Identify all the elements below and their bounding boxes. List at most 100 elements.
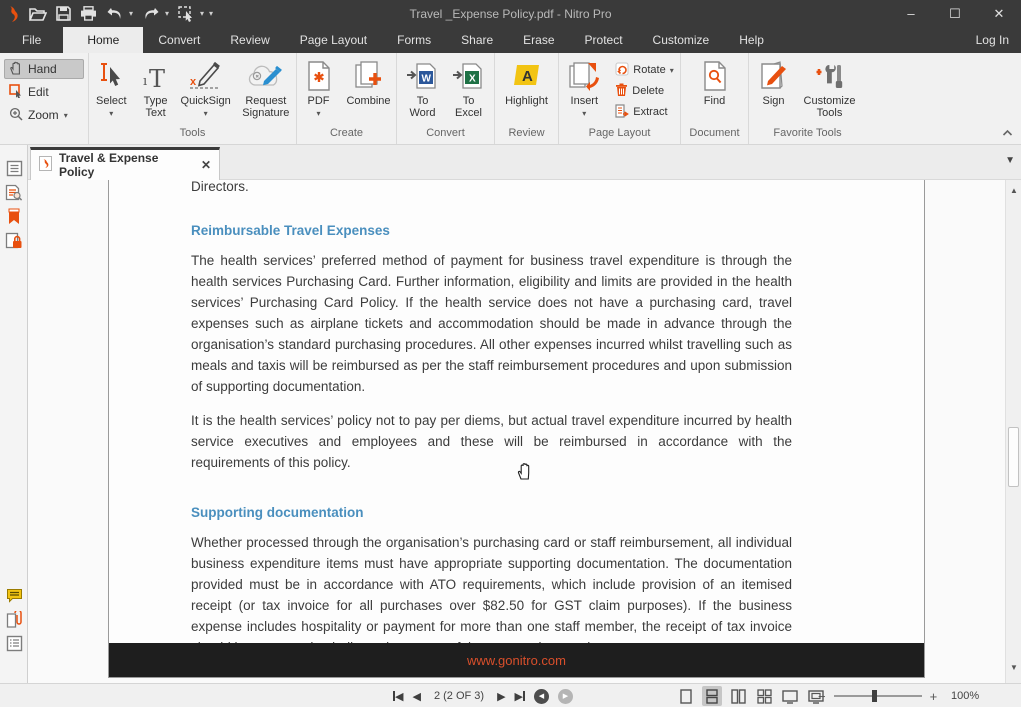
document-tab[interactable]: Travel & Expense Policy ✕ bbox=[30, 147, 220, 180]
tab-list-dropdown-icon[interactable]: ▼ bbox=[1005, 155, 1015, 166]
to-word-button[interactable]: W To Word bbox=[401, 57, 445, 121]
bookmarks-panel-icon[interactable] bbox=[0, 205, 28, 228]
vertical-scrollbar[interactable]: ▲ ▼ bbox=[1005, 180, 1021, 683]
document-viewport[interactable]: Directors. Reimbursable Travel Expenses … bbox=[28, 180, 1005, 683]
customize-qat-caret[interactable]: ▾ bbox=[209, 9, 213, 18]
collapse-ribbon-button[interactable] bbox=[1002, 126, 1013, 140]
sign-button[interactable]: Sign bbox=[753, 57, 795, 109]
redo-button[interactable] bbox=[142, 7, 160, 21]
search-panel-icon[interactable] bbox=[0, 181, 28, 204]
highlight-button[interactable]: A Highlight bbox=[498, 57, 556, 109]
first-page-button[interactable]: ◀ bbox=[393, 690, 403, 703]
zoom-slider-handle[interactable] bbox=[872, 690, 877, 702]
select-tool-button[interactable] bbox=[178, 6, 195, 22]
svg-text:W: W bbox=[421, 74, 431, 85]
save-button[interactable] bbox=[56, 6, 71, 21]
to-excel-button[interactable]: X To Excel bbox=[447, 57, 491, 121]
group-label-create: Create bbox=[297, 127, 396, 144]
outline-panel-icon[interactable] bbox=[0, 632, 28, 655]
tab-page-layout[interactable]: Page Layout bbox=[285, 27, 382, 53]
zoom-level-value[interactable]: 100% bbox=[945, 690, 979, 702]
request-signature-button[interactable]: Request Signature bbox=[236, 57, 296, 121]
tab-forms[interactable]: Forms bbox=[382, 27, 446, 53]
pdf-icon bbox=[306, 59, 332, 93]
fit-width-view-icon[interactable] bbox=[780, 686, 800, 706]
customize-tools-button[interactable]: Customize Tools bbox=[797, 57, 863, 121]
open-button[interactable] bbox=[29, 7, 47, 21]
tab-help[interactable]: Help bbox=[724, 27, 779, 53]
attachments-panel-icon[interactable] bbox=[0, 608, 28, 631]
single-page-view-icon[interactable] bbox=[676, 686, 696, 706]
scroll-down-icon[interactable]: ▼ bbox=[1006, 659, 1021, 675]
zoom-in-button[interactable]: + bbox=[930, 689, 938, 704]
scrollbar-thumb[interactable] bbox=[1008, 427, 1019, 487]
group-create: PDF ▾ Combine Create bbox=[296, 53, 396, 144]
customize-tools-label: Customize Tools bbox=[800, 95, 860, 119]
maximize-button[interactable]: ☐ bbox=[933, 0, 977, 27]
pdf-button[interactable]: PDF ▾ bbox=[298, 57, 340, 122]
print-button[interactable] bbox=[80, 6, 97, 21]
footer-url-link[interactable]: www.gonitro.com bbox=[467, 653, 566, 668]
previous-view-button[interactable]: ◀ bbox=[534, 689, 549, 704]
group-label-review: Review bbox=[495, 127, 558, 144]
pdf-file-icon bbox=[39, 156, 52, 174]
status-bar: ◀ ◀ 2 (2 OF 3) ▶ ▶ ◀ ▶ − + 100% bbox=[0, 683, 1021, 707]
redo-dropdown-caret[interactable]: ▾ bbox=[165, 9, 169, 18]
undo-dropdown-caret[interactable]: ▾ bbox=[129, 9, 133, 18]
log-in-button[interactable]: Log In bbox=[976, 27, 1009, 53]
type-text-button[interactable]: ıT Type Text bbox=[136, 57, 176, 121]
quick-access-toolbar: ▾ ▾ ▾ ▾ bbox=[0, 5, 213, 23]
comments-panel-icon[interactable] bbox=[0, 584, 28, 607]
undo-button[interactable] bbox=[106, 7, 124, 21]
combine-button[interactable]: Combine bbox=[342, 57, 396, 109]
facing-view-icon[interactable] bbox=[728, 686, 748, 706]
insert-label: Insert bbox=[571, 95, 599, 107]
tab-share[interactable]: Share bbox=[446, 27, 508, 53]
edit-mode-button[interactable]: Edit bbox=[4, 82, 84, 102]
pages-panel-icon[interactable] bbox=[0, 157, 28, 180]
last-page-button[interactable]: ▶ bbox=[515, 690, 525, 703]
security-panel-icon[interactable] bbox=[0, 229, 28, 252]
continuous-view-icon[interactable] bbox=[702, 686, 722, 706]
zoom-slider[interactable] bbox=[834, 695, 922, 697]
ribbon-tab-row: File Home Convert Review Page Layout For… bbox=[0, 27, 1021, 53]
page-indicator[interactable]: 2 (2 OF 3) bbox=[430, 690, 488, 702]
zoom-out-button[interactable]: − bbox=[818, 689, 826, 704]
tab-erase[interactable]: Erase bbox=[508, 27, 569, 53]
tab-customize[interactable]: Customize bbox=[638, 27, 725, 53]
tab-file[interactable]: File bbox=[0, 27, 63, 53]
facing-continuous-view-icon[interactable] bbox=[754, 686, 774, 706]
insert-button[interactable]: Insert ▾ bbox=[562, 57, 606, 122]
zoom-mode-button[interactable]: Zoom ▾ bbox=[4, 105, 84, 125]
next-page-button[interactable]: ▶ bbox=[497, 690, 505, 703]
ribbon: Hand Edit Zoom ▾ Select ▾ ıT bbox=[0, 53, 1021, 145]
hand-mode-label: Hand bbox=[28, 62, 57, 76]
close-button[interactable]: ✕ bbox=[977, 0, 1021, 27]
tab-home[interactable]: Home bbox=[63, 27, 143, 53]
select-tool-dropdown-caret[interactable]: ▾ bbox=[200, 9, 204, 18]
minimize-button[interactable]: – bbox=[889, 0, 933, 27]
find-label: Find bbox=[704, 95, 725, 107]
svg-text:x: x bbox=[190, 76, 197, 88]
previous-page-button[interactable]: ◀ bbox=[412, 690, 420, 703]
hand-mode-button[interactable]: Hand bbox=[4, 59, 84, 79]
next-view-button[interactable]: ▶ bbox=[558, 689, 573, 704]
rotate-button[interactable]: Rotate ▾ bbox=[612, 61, 676, 79]
tab-review[interactable]: Review bbox=[215, 27, 284, 53]
select-button[interactable]: Select ▾ bbox=[89, 57, 134, 122]
tab-convert[interactable]: Convert bbox=[143, 27, 215, 53]
quicksign-icon: x bbox=[188, 59, 224, 93]
delete-label: Delete bbox=[632, 85, 664, 97]
delete-icon bbox=[615, 83, 628, 100]
navigation-sidebar bbox=[0, 145, 28, 683]
group-convert: W To Word X To Excel Convert bbox=[396, 53, 494, 144]
tab-close-icon[interactable]: ✕ bbox=[201, 158, 211, 172]
delete-button[interactable]: Delete bbox=[612, 82, 676, 100]
extract-button[interactable]: Extract bbox=[612, 103, 676, 121]
find-button[interactable]: Find bbox=[693, 57, 737, 109]
quicksign-button[interactable]: x QuickSign ▾ bbox=[178, 57, 234, 122]
tab-protect[interactable]: Protect bbox=[570, 27, 638, 53]
scroll-up-icon[interactable]: ▲ bbox=[1006, 182, 1021, 198]
mode-buttons: Hand Edit Zoom ▾ bbox=[0, 53, 88, 144]
document-tab-bar: Travel & Expense Policy ✕ ▼ bbox=[28, 145, 1021, 180]
